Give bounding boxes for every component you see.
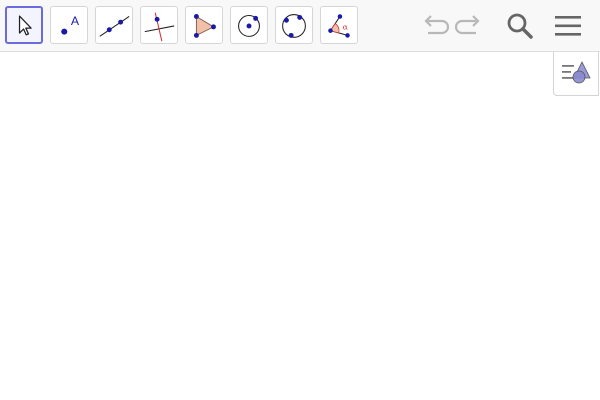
point-label: A (71, 14, 80, 28)
circle-three-points-tool[interactable] (275, 6, 313, 44)
menu-button[interactable] (550, 8, 586, 44)
angle-tool[interactable]: α (320, 6, 358, 44)
line-tool[interactable] (95, 6, 133, 44)
point-icon: A (61, 14, 80, 35)
style-bar-toggle-button[interactable] (553, 52, 599, 96)
hamburger-menu-icon (555, 16, 581, 36)
polygon-icon (193, 14, 216, 38)
redo-button[interactable] (452, 8, 488, 44)
angle-icon: α (328, 14, 350, 38)
search-icon (507, 13, 533, 39)
toolbar: A α (0, 0, 600, 52)
style-bar-toggle-icon (562, 61, 591, 84)
undo-icon (424, 15, 450, 35)
circle-center-point-icon (238, 15, 260, 37)
app-window: A α (0, 0, 600, 400)
undo-button[interactable] (416, 8, 452, 44)
move-tool[interactable] (5, 6, 43, 44)
circle-three-points-icon (282, 14, 306, 38)
line-through-two-points-icon (99, 16, 130, 37)
polygon-tool[interactable] (185, 6, 223, 44)
graphics-view[interactable] (0, 52, 600, 400)
search-button[interactable] (502, 8, 538, 44)
circle-center-point-tool[interactable] (230, 6, 268, 44)
angle-label: α (343, 23, 348, 32)
point-tool[interactable]: A (50, 6, 88, 44)
perpendicular-line-icon (144, 12, 175, 42)
arrow-pointer-icon (18, 15, 32, 36)
redo-icon (454, 15, 480, 35)
perpendicular-line-tool[interactable] (140, 6, 178, 44)
action-group (416, 8, 586, 44)
